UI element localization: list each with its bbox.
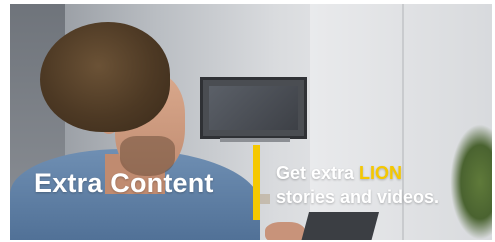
tagline-prefix: Get extra [276,163,360,183]
tablet-device [300,212,380,240]
tagline-brand: LION [359,163,403,183]
accent-divider [253,145,260,220]
extra-content-banner[interactable]: Extra Content Get extra LION stories and … [10,4,492,240]
person-photo [10,4,260,240]
tagline-suffix: stories and videos. [276,187,440,207]
banner-headline: Extra Content [34,168,214,198]
banner-tagline: Get extra LION stories and videos. [276,161,486,209]
hand [265,222,305,240]
